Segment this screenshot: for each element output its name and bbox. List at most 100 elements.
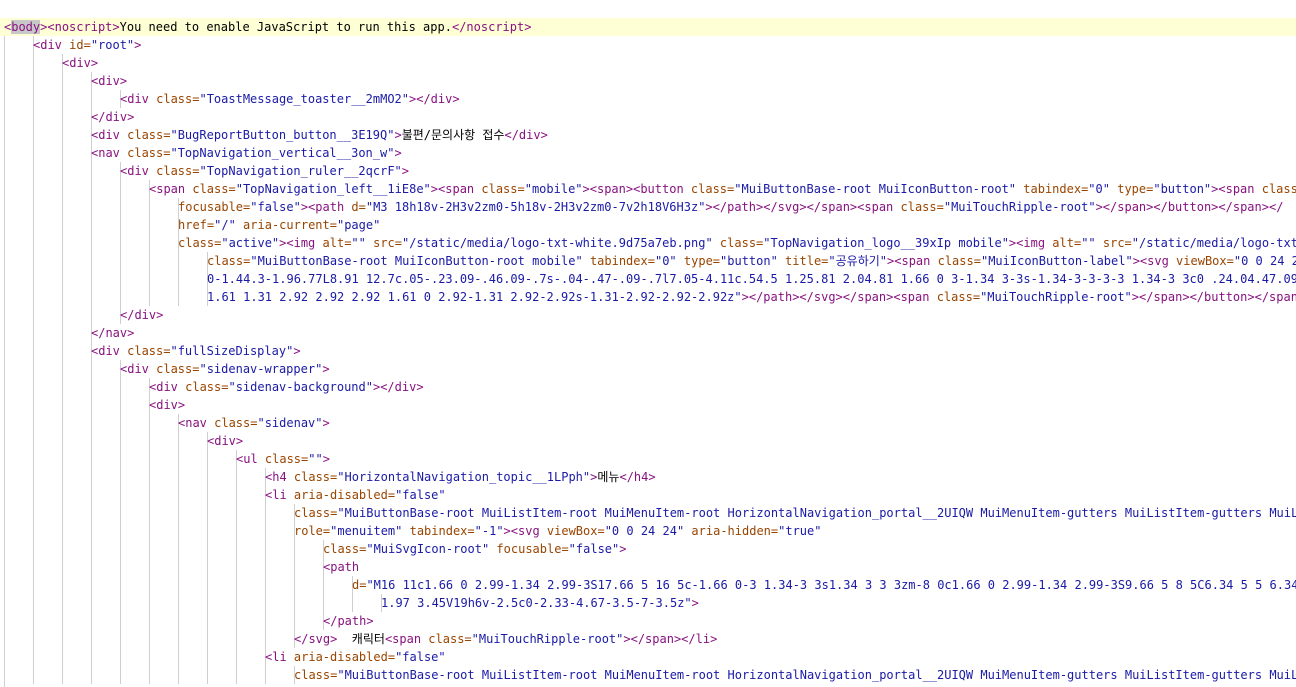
indent-guide bbox=[33, 504, 34, 522]
indent-guide bbox=[33, 486, 34, 504]
source-viewer[interactable]: <body><noscript>You need to enable JavaS… bbox=[0, 0, 1296, 687]
indent-guide bbox=[265, 630, 266, 648]
indent-guide bbox=[207, 612, 208, 630]
code-token: tabindex= bbox=[589, 254, 655, 268]
line-code: <ul class=""> bbox=[236, 450, 330, 468]
indent-guide bbox=[33, 306, 34, 324]
indent-guide bbox=[178, 252, 179, 270]
indent-guide bbox=[33, 180, 34, 198]
indent-guide bbox=[265, 666, 266, 684]
source-line: <div class="sidenav-wrapper"> bbox=[0, 360, 1296, 378]
code-token: "/static/media/logo-txt-white.9d75a7eb.p… bbox=[402, 236, 713, 250]
line-code: <body><noscript>You need to enable JavaS… bbox=[4, 18, 531, 36]
code-token: aria-hidden= bbox=[691, 524, 779, 538]
code-token: ><span><button bbox=[582, 182, 691, 196]
indent-guide bbox=[236, 468, 237, 486]
source-line: <div class="sidenav-background"></div> bbox=[0, 378, 1296, 396]
indent-guide bbox=[62, 648, 63, 666]
indent-guide bbox=[62, 90, 63, 108]
indent-guide bbox=[149, 234, 150, 252]
indent-guide bbox=[294, 558, 295, 576]
source-line: <li aria-disabled="false" bbox=[0, 486, 1296, 504]
indent-guide bbox=[62, 180, 63, 198]
indent-guide bbox=[91, 360, 92, 378]
indent-guide bbox=[323, 594, 324, 612]
indent-guide bbox=[323, 576, 324, 594]
indent-guide bbox=[207, 666, 208, 684]
source-line: class="MuiButtonBase-root MuiListItem-ro… bbox=[0, 666, 1296, 684]
indent-guide bbox=[265, 540, 266, 558]
indent-guide bbox=[178, 594, 179, 612]
code-token: ><span bbox=[430, 182, 482, 196]
indent-guide bbox=[178, 648, 179, 666]
line-code: <div class="sidenav-wrapper"> bbox=[120, 360, 330, 378]
code-token: 0-1.44.3-1.96.77L8.91 12.7c.05-.23.09-.4… bbox=[207, 272, 1296, 286]
code-token: src= bbox=[1102, 236, 1132, 250]
code-token: "TopNavigation_left__1iE8e" bbox=[235, 182, 431, 196]
line-code: 1.97 3.45V19h6v-2.5c0-2.33-4.67-3.5-7-3.… bbox=[381, 594, 699, 612]
indent-guide bbox=[149, 630, 150, 648]
code-token: <div bbox=[91, 344, 128, 358]
indent-guide bbox=[265, 594, 266, 612]
indent-guide bbox=[91, 432, 92, 450]
indent-guide bbox=[207, 648, 208, 666]
line-code: role="menuitem" tabindex="-1"><svg viewB… bbox=[294, 522, 821, 540]
code-token: ></path></svg></span><span bbox=[705, 200, 901, 214]
code-token: 메뉴 bbox=[597, 470, 620, 484]
code-token: "/" bbox=[214, 218, 236, 232]
source-line: href="/" aria-current="page" bbox=[0, 216, 1296, 234]
indent-guide bbox=[149, 468, 150, 486]
indent-guide bbox=[265, 522, 266, 540]
code-token: "M3 18h18v-2H3v2zm0-5h18v-2H3v2zm0-7v2h1… bbox=[365, 200, 706, 214]
code-token: <li bbox=[265, 488, 294, 502]
indent-guide bbox=[62, 486, 63, 504]
indent-guide bbox=[62, 504, 63, 522]
indent-guide bbox=[62, 108, 63, 126]
indent-guide bbox=[33, 522, 34, 540]
code-token: class= bbox=[156, 92, 200, 106]
indent-guide bbox=[33, 288, 34, 306]
indent-guide bbox=[149, 648, 150, 666]
indent-guide bbox=[120, 378, 121, 396]
line-code: <li aria-disabled="false" bbox=[265, 486, 446, 504]
source-line: </div> bbox=[0, 306, 1296, 324]
indent-guide bbox=[62, 414, 63, 432]
line-code: <span class="TopNavigation_left__1iE8e">… bbox=[149, 180, 1296, 198]
indent-guide bbox=[120, 450, 121, 468]
indent-guide bbox=[207, 468, 208, 486]
indent-guide bbox=[91, 162, 92, 180]
indent-guide bbox=[120, 558, 121, 576]
code-token: "0" bbox=[654, 254, 677, 268]
indent-guide bbox=[62, 144, 63, 162]
line-code: </svg> 캐릭터<span class="MuiTouchRipple-ro… bbox=[294, 630, 717, 648]
indent-guide bbox=[91, 396, 92, 414]
indent-guide bbox=[178, 558, 179, 576]
source-line: class="MuiSvgIcon-root" focusable="false… bbox=[0, 540, 1296, 558]
code-token: <div> bbox=[149, 398, 186, 412]
indent-guide bbox=[149, 270, 150, 288]
indent-guide bbox=[236, 612, 237, 630]
source-line: <div id="root"> bbox=[0, 36, 1296, 54]
indent-guide bbox=[33, 378, 34, 396]
source-line: <body><noscript>You need to enable JavaS… bbox=[0, 18, 1296, 36]
code-token: 캐릭터 bbox=[337, 632, 385, 646]
indent-guide bbox=[149, 198, 150, 216]
code-token: "button" bbox=[1153, 182, 1212, 196]
line-code: class="active"><img alt="" src="/static/… bbox=[178, 234, 1296, 252]
code-token: > bbox=[322, 452, 330, 466]
line-code: class="MuiButtonBase-root MuiIconButton-… bbox=[207, 252, 1296, 270]
code-token: > bbox=[394, 146, 402, 160]
line-code: <nav class="TopNavigation_vertical__3on_… bbox=[91, 144, 402, 162]
indent-guide bbox=[91, 198, 92, 216]
indent-guide bbox=[149, 504, 150, 522]
code-token: class= bbox=[936, 290, 981, 304]
code-token: "mobile" bbox=[524, 182, 583, 196]
source-line: <path bbox=[0, 558, 1296, 576]
indent-guide bbox=[62, 468, 63, 486]
indent-guide bbox=[236, 540, 237, 558]
code-token: aria-disabled= bbox=[293, 650, 396, 664]
line-code: <div class="sidenav-background"></div> bbox=[149, 378, 424, 396]
code-token: ><svg bbox=[503, 524, 547, 538]
source-line: d="M16 11c1.66 0 2.99-1.34 2.99-3S17.66 … bbox=[0, 576, 1296, 594]
